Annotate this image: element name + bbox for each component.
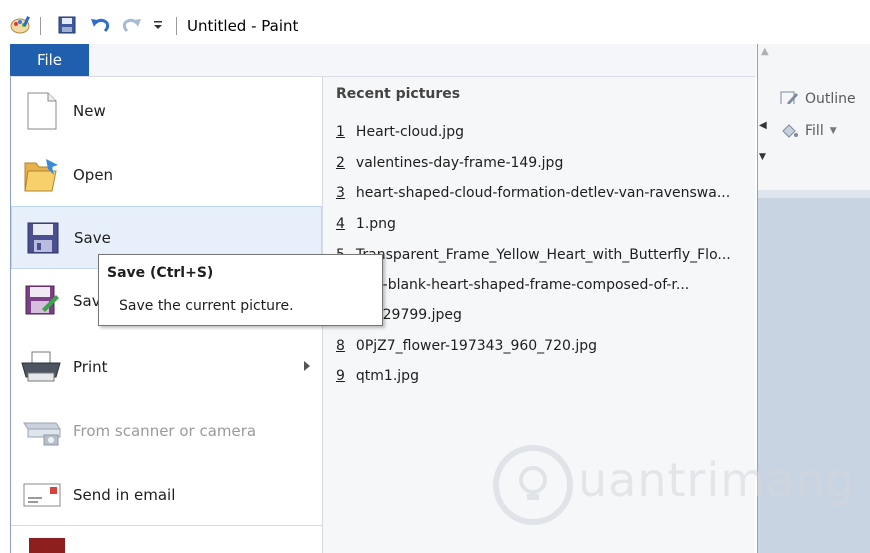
printer-icon	[11, 335, 73, 399]
new-document-icon	[11, 79, 73, 143]
open-folder-icon	[11, 143, 73, 207]
fill-bucket-icon	[782, 124, 798, 138]
recent-item[interactable]: 8 0PjZ7_flower-197343_960_720.jpg	[336, 338, 597, 354]
watermark: uantrimang	[490, 436, 855, 536]
tooltip-description: Save the current picture.	[119, 298, 294, 314]
file-tab[interactable]: File	[10, 44, 89, 76]
menu-label-email: Send in email	[73, 486, 176, 504]
floppy-disk-icon	[12, 206, 74, 270]
recent-item-number: 2	[336, 155, 345, 171]
lightbulb-logo-icon	[493, 445, 573, 525]
recent-item[interactable]: 9 qtm1.jpg	[336, 368, 419, 384]
menu-divider	[11, 525, 322, 526]
menu-label-save: Save	[74, 228, 111, 247]
recent-item[interactable]: 1 Heart-cloud.jpg	[336, 124, 464, 140]
watermark-text: uantrimang	[578, 453, 856, 507]
ribbon-expand-icon[interactable]: ▼	[759, 152, 766, 162]
scanner-icon	[11, 399, 73, 463]
recent-item[interactable]: 6245-blank-heart-shaped-frame-composed-o…	[336, 277, 689, 293]
recent-pictures-heading: Recent pictures	[336, 86, 461, 102]
menu-label-open: Open	[73, 166, 114, 184]
recent-item-name: 0PjZ7_flower-197343_960_720.jpg	[355, 338, 598, 354]
recent-item[interactable]: 2 valentines-day-frame-149.jpg	[336, 155, 563, 171]
recent-item[interactable]: 3 heart-shaped-cloud-formation-detlev-van…	[336, 185, 730, 201]
recent-item-name: qtm1.jpg	[355, 368, 419, 384]
recent-item-number: 3	[336, 185, 345, 201]
picture-icon-partial	[29, 538, 65, 553]
menu-item-new[interactable]: New	[11, 79, 322, 143]
toolbar-separator	[176, 17, 177, 35]
menu-label-print: Print	[73, 358, 108, 376]
menu-item-scanner[interactable]: From scanner or camera	[11, 399, 322, 463]
menu-label-scanner: From scanner or camera	[73, 422, 257, 440]
recent-item-name: valentines-day-frame-149.jpg	[355, 155, 564, 171]
menu-item-print[interactable]: Print	[11, 335, 322, 399]
ribbon-arrow-icon: ◀	[759, 120, 767, 131]
fill-label: Fill	[805, 123, 824, 139]
undo-icon[interactable]	[88, 13, 112, 37]
paint-app-icon[interactable]	[10, 13, 32, 37]
file-menu-header	[10, 44, 756, 77]
menu-label-new: New	[73, 102, 106, 120]
email-icon	[11, 463, 73, 527]
recent-item-number: 9	[336, 368, 345, 384]
menu-item-open[interactable]: Open	[11, 143, 322, 207]
recent-item[interactable]: 5Transparent_Frame_Yellow_Heart_with_But…	[336, 247, 731, 263]
recent-item-name: heart-shaped-cloud-formation-detlev-van-…	[355, 185, 731, 201]
redo-icon[interactable]	[120, 13, 144, 37]
recent-item-name: 245-blank-heart-shaped-frame-composed-of…	[355, 277, 690, 293]
ribbon-lower: ◀ Fill ▼ ▼	[757, 104, 870, 190]
save-icon[interactable]	[56, 13, 78, 37]
customize-toolbar-icon[interactable]	[151, 13, 165, 37]
window-title: Untitled - Paint	[187, 17, 299, 35]
recent-item-name: 1.png	[355, 216, 396, 232]
ribbon-area: ▲ Outline	[757, 44, 870, 107]
recent-item-number: 8	[336, 338, 345, 354]
ribbon-border	[757, 190, 870, 198]
recent-item-number: 1	[336, 124, 345, 140]
submenu-arrow-icon	[304, 361, 310, 371]
title-bar: Untitled - Paint	[0, 0, 870, 44]
fill-button[interactable]: Fill ▼	[779, 122, 837, 140]
recent-item[interactable]: 4 1.png	[336, 216, 396, 232]
recent-item-name: Heart-cloud.jpg	[355, 124, 464, 140]
save-tooltip: Save (Ctrl+S) Save the current picture.	[98, 254, 383, 326]
tooltip-title: Save (Ctrl+S)	[107, 265, 214, 281]
menu-item-email[interactable]: Send in email	[11, 463, 322, 527]
recent-item-number: 4	[336, 216, 345, 232]
save-as-icon	[11, 269, 73, 333]
toolbar-separator	[40, 17, 41, 35]
fill-dropdown-icon: ▼	[829, 126, 837, 136]
ribbon-scroll-up-icon[interactable]: ▲	[761, 46, 769, 57]
recent-item-name: Transparent_Frame_Yellow_Heart_with_Butt…	[355, 247, 731, 263]
